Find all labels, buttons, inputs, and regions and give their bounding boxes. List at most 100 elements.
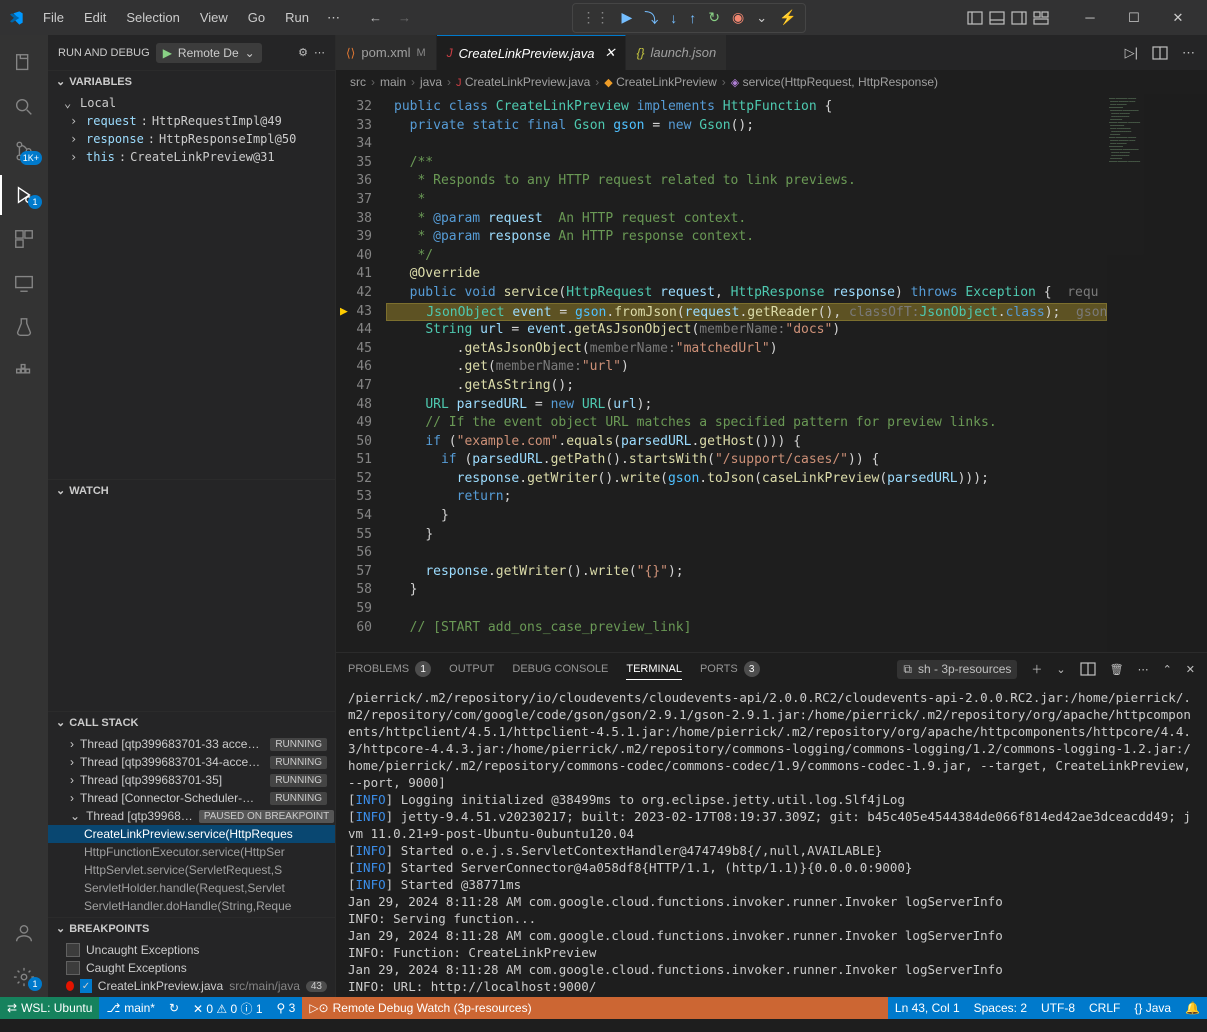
watch-header[interactable]: WATCH — [48, 480, 335, 501]
terminal-select[interactable]: ⧉sh - 3p-resources — [897, 660, 1017, 679]
breadcrumb-item[interactable]: J CreateLinkPreview.java — [456, 75, 590, 89]
stack-frame[interactable]: ServletHolder.handle(Request,Servlet — [48, 879, 335, 897]
activity-debug[interactable]: 1 — [0, 175, 48, 215]
status-ports[interactable]: ⚲ 3 — [270, 997, 303, 1019]
layout-right-icon[interactable] — [1011, 10, 1027, 26]
menu-selection[interactable]: Selection — [117, 6, 188, 29]
status-problems[interactable]: ✕ 0 ⚠ 0 ⓘ 1 — [186, 997, 270, 1019]
tab-output[interactable]: OUTPUT — [449, 659, 494, 679]
code-editor[interactable]: 3233343536373839404142▶43444546474849505… — [336, 94, 1207, 652]
split-icon[interactable] — [1152, 45, 1168, 61]
restart-icon[interactable]: ↻ — [708, 9, 720, 26]
menu-view[interactable]: View — [191, 6, 237, 29]
nav-back-icon[interactable]: ← — [369, 10, 382, 25]
hot-reload-icon[interactable]: ⚡ — [779, 9, 796, 26]
more-icon[interactable] — [314, 46, 325, 59]
terminal-output[interactable]: /pierrick/.m2/repository/io/cloudevents/… — [336, 685, 1207, 997]
status-lncol[interactable]: Ln 43, Col 1 — [888, 997, 967, 1019]
activity-search[interactable] — [0, 87, 48, 127]
status-sync[interactable]: ↻ — [162, 997, 186, 1019]
chevron-down-icon[interactable] — [1056, 663, 1065, 676]
thread-paused[interactable]: Thread [qtp39968…PAUSED ON BREAKPOINT — [48, 807, 335, 825]
breadcrumb-item[interactable]: java — [420, 75, 442, 89]
stack-frame[interactable]: ServletHandler.doHandle(String,Reque — [48, 897, 335, 915]
menu-run[interactable]: Run — [276, 6, 318, 29]
var-item[interactable]: request: HttpRequestImpl@49 — [48, 112, 335, 130]
tab-debug-console[interactable]: DEBUG CONSOLE — [512, 659, 608, 679]
chevron-down-icon[interactable] — [756, 10, 767, 26]
step-out-icon[interactable]: ↑ — [689, 10, 696, 26]
breakpoint-item[interactable]: ✓CreateLinkPreview.javasrc/main/java43 — [48, 977, 335, 995]
variables-header[interactable]: VARIABLES — [48, 71, 335, 92]
activity-extensions[interactable] — [0, 219, 48, 259]
activity-testing[interactable] — [0, 307, 48, 347]
close-icon[interactable]: ✕ — [605, 45, 616, 61]
thread-item[interactable]: Thread [Connector-Scheduler-…RUNNING — [48, 789, 335, 807]
close-panel-icon[interactable]: ✕ — [1186, 663, 1195, 676]
status-remote[interactable]: ⇄WSL: Ubuntu — [0, 997, 99, 1019]
minimize-button[interactable]: ─ — [1069, 3, 1111, 33]
editor-tab[interactable]: JCreateLinkPreview.java✕ — [437, 35, 627, 70]
callstack-header[interactable]: CALL STACK — [48, 712, 335, 733]
maximize-panel-icon[interactable]: ⌃ — [1163, 663, 1172, 676]
more-icon[interactable] — [1138, 663, 1149, 676]
checkbox[interactable] — [66, 943, 80, 957]
nav-fwd-icon[interactable]: → — [398, 10, 411, 25]
continue-icon[interactable]: ▶ — [621, 9, 632, 26]
status-spaces[interactable]: Spaces: 2 — [967, 997, 1034, 1019]
trash-icon[interactable]: 🗑 — [1110, 663, 1124, 676]
activity-explorer[interactable] — [0, 43, 48, 83]
breadcrumb-item[interactable]: main — [380, 75, 406, 89]
breadcrumb-item[interactable]: src — [350, 75, 366, 89]
activity-docker[interactable] — [0, 351, 48, 391]
stack-frame[interactable]: HttpFunctionExecutor.service(HttpSer — [48, 843, 335, 861]
new-terminal-icon[interactable]: ＋ — [1031, 661, 1042, 677]
status-debug[interactable]: ▷⊙Remote Debug Watch (3p-resources) — [302, 997, 888, 1019]
layout-left-icon[interactable] — [967, 10, 983, 26]
activity-settings[interactable]: 1 — [0, 957, 48, 997]
scope-local[interactable]: Local — [48, 94, 335, 112]
editor-tab[interactable]: {}launch.json — [626, 35, 727, 70]
menu-go[interactable]: Go — [239, 6, 274, 29]
tab-ports[interactable]: PORTS3 — [700, 657, 760, 681]
menu-overflow[interactable] — [318, 6, 349, 30]
activity-scm[interactable]: 1K+ — [0, 131, 48, 171]
stack-frame[interactable]: HttpServlet.service(ServletRequest,S — [48, 861, 335, 879]
step-into-icon[interactable]: ↓ — [670, 10, 677, 26]
status-lang[interactable]: {} Java — [1127, 997, 1178, 1019]
status-bell[interactable]: 🔔 — [1178, 997, 1207, 1019]
var-item[interactable]: this: CreateLinkPreview@31 — [48, 148, 335, 166]
editor-tab[interactable]: ⟨⟩pom.xmlM — [336, 35, 437, 70]
thread-item[interactable]: Thread [qtp399683701-33 acce…RUNNING — [48, 735, 335, 753]
gear-icon[interactable]: ⚙ — [298, 46, 308, 59]
layout-bottom-icon[interactable] — [989, 10, 1005, 26]
run-icon[interactable]: ▷| — [1125, 45, 1138, 61]
close-button[interactable]: ✕ — [1157, 3, 1199, 33]
thread-item[interactable]: Thread [qtp399683701-35]RUNNING — [48, 771, 335, 789]
bp-uncaught[interactable]: Uncaught Exceptions — [48, 941, 335, 959]
status-eol[interactable]: CRLF — [1082, 997, 1127, 1019]
breadcrumb-item[interactable]: ◆ CreateLinkPreview — [604, 75, 717, 89]
tab-problems[interactable]: PROBLEMS1 — [348, 657, 431, 681]
more-icon[interactable] — [1182, 45, 1195, 61]
var-item[interactable]: response: HttpResponseImpl@50 — [48, 130, 335, 148]
breakpoints-header[interactable]: BREAKPOINTS — [48, 918, 335, 939]
checkbox[interactable] — [66, 961, 80, 975]
drag-handle-icon[interactable]: ⋮⋮ — [581, 9, 609, 26]
stop-icon[interactable]: ◉ — [732, 9, 744, 26]
stack-frame[interactable]: CreateLinkPreview.service(HttpReques — [48, 825, 335, 843]
layout-custom-icon[interactable] — [1033, 10, 1049, 26]
status-branch[interactable]: ⎇main* — [99, 997, 162, 1019]
debug-config-select[interactable]: ▶ Remote De — [156, 43, 262, 63]
step-over-icon[interactable]: ⤵ — [644, 8, 658, 28]
breadcrumb[interactable]: srcmain java J CreateLinkPreview.java ◆ Cre… — [336, 70, 1207, 94]
maximize-button[interactable]: ☐ — [1113, 3, 1155, 33]
minimap[interactable]: ▬▬▬ ▬▬▬▬▬▬ ▬▬▬▬ ▬▬▬▬ ▬▬▬▬▬ ▬▬▬ ▬▬▬ ▬▬▬▬▬… — [1107, 94, 1207, 652]
bp-caught[interactable]: Caught Exceptions — [48, 959, 335, 977]
status-encoding[interactable]: UTF-8 — [1034, 997, 1082, 1019]
split-terminal-icon[interactable] — [1080, 661, 1096, 677]
menu-file[interactable]: File — [34, 6, 73, 29]
checkbox[interactable]: ✓ — [80, 979, 92, 993]
tab-terminal[interactable]: TERMINAL — [626, 659, 682, 680]
breadcrumb-item[interactable]: ◈ service(HttpRequest, HttpResponse) — [731, 75, 938, 89]
